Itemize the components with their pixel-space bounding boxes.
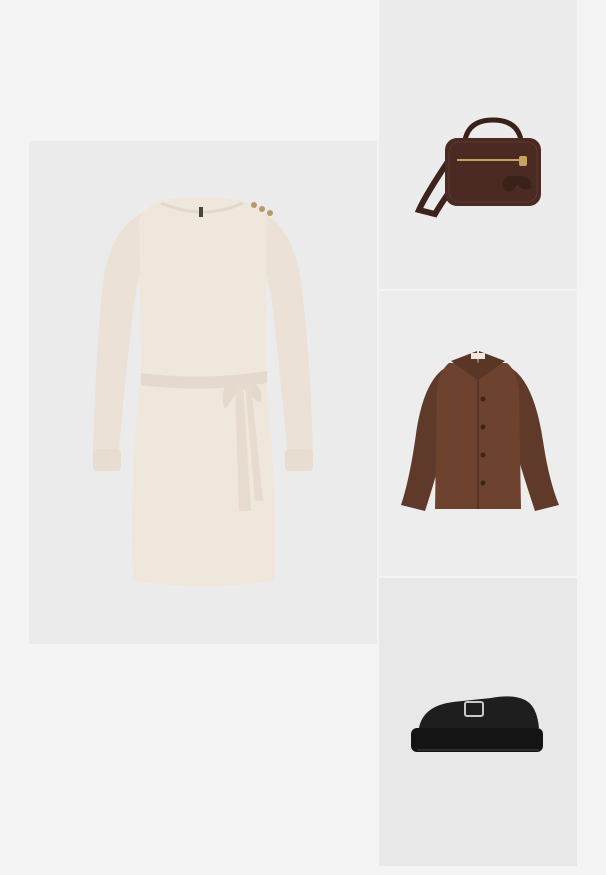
brown-jacket-image <box>401 351 559 511</box>
outfit-item-shoes[interactable] <box>379 578 577 866</box>
knit-dress-image <box>93 197 313 586</box>
page-margin <box>577 0 606 875</box>
chunky-loafer-image <box>411 696 543 752</box>
outfit-item-bag[interactable] <box>379 0 577 289</box>
outfit-item-jacket[interactable] <box>379 291 577 576</box>
outfit-item-dress[interactable] <box>29 141 377 644</box>
crossbody-bag-image <box>414 117 541 218</box>
